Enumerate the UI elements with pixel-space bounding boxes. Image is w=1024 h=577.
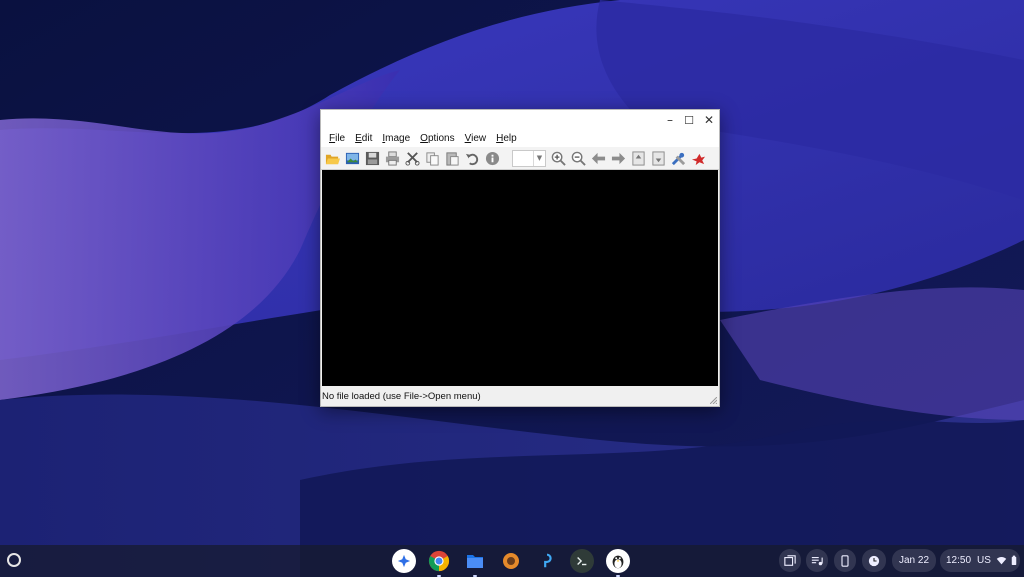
image-icon[interactable] (343, 149, 361, 167)
shelf: Jan 22 12:50 US (0, 545, 1024, 577)
files-icon[interactable] (463, 549, 487, 577)
date-tray-button[interactable]: Jan 22 (892, 549, 936, 572)
zoom-select[interactable]: ▼ (512, 149, 546, 167)
save-icon[interactable] (363, 149, 381, 167)
overview-button[interactable] (779, 549, 801, 572)
terminal-icon[interactable] (570, 549, 594, 573)
time-label: 12:50 (946, 555, 972, 566)
phone-icon (841, 554, 849, 567)
forward-arrow-icon[interactable] (609, 149, 627, 167)
chevron-down-icon[interactable]: ▼ (533, 150, 545, 166)
info-icon[interactable] (483, 149, 501, 167)
exit-bird-icon[interactable] (689, 149, 707, 167)
overview-icon (784, 554, 796, 566)
clock-tray-button[interactable] (862, 549, 886, 572)
menu-image[interactable]: Image (377, 133, 415, 144)
wifi-icon (996, 556, 1007, 565)
launcher-button[interactable] (4, 550, 24, 570)
launcher-icon (7, 553, 21, 567)
resize-grip-icon[interactable] (710, 397, 717, 404)
close-button[interactable]: ✕ (700, 112, 718, 128)
cut-icon[interactable] (403, 149, 421, 167)
menu-help[interactable]: Help (491, 133, 522, 144)
linux-penguin-icon[interactable] (606, 549, 630, 577)
chrome-icon[interactable] (427, 549, 451, 577)
print-icon[interactable] (383, 149, 401, 167)
copy-icon[interactable] (423, 149, 441, 167)
clock-icon (868, 555, 880, 566)
toolbar: ▼ (321, 147, 719, 170)
menu-file[interactable]: File (324, 133, 350, 144)
image-canvas[interactable] (322, 170, 718, 386)
playlist-icon (811, 556, 823, 565)
page-up-icon[interactable] (629, 149, 647, 167)
menu-options[interactable]: Options (415, 133, 459, 144)
media-controls-button[interactable] (806, 549, 828, 572)
image-viewer-window[interactable]: – ☐ ✕ File Edit Image Options View Help (320, 109, 720, 407)
status-bar: No file loaded (use File->Open menu) (321, 387, 719, 406)
phone-hub-button[interactable] (834, 549, 856, 572)
open-folder-icon[interactable] (323, 149, 341, 167)
maximize-button[interactable]: ☐ (680, 112, 698, 128)
menu-view[interactable]: View (460, 133, 492, 144)
zoom-in-icon[interactable] (549, 149, 567, 167)
paste-icon[interactable] (443, 149, 461, 167)
undo-icon[interactable] (463, 149, 481, 167)
assistant-icon[interactable] (392, 549, 416, 573)
date-label: Jan 22 (898, 555, 930, 566)
minimize-button[interactable]: – (661, 112, 679, 128)
status-text: No file loaded (use File->Open menu) (322, 391, 481, 402)
pen-icon[interactable] (535, 549, 559, 573)
window-titlebar[interactable]: – ☐ ✕ (321, 110, 719, 130)
locale-label: US (977, 555, 991, 566)
menu-edit[interactable]: Edit (350, 133, 377, 144)
zoom-out-icon[interactable] (569, 149, 587, 167)
battery-icon (1011, 555, 1017, 565)
back-arrow-icon[interactable] (589, 149, 607, 167)
settings-tools-icon[interactable] (669, 149, 687, 167)
page-down-icon[interactable] (649, 149, 667, 167)
app-icon[interactable] (499, 549, 523, 573)
status-area-button[interactable]: 12:50 US (940, 549, 1020, 572)
menu-bar: File Edit Image Options View Help (321, 130, 719, 147)
